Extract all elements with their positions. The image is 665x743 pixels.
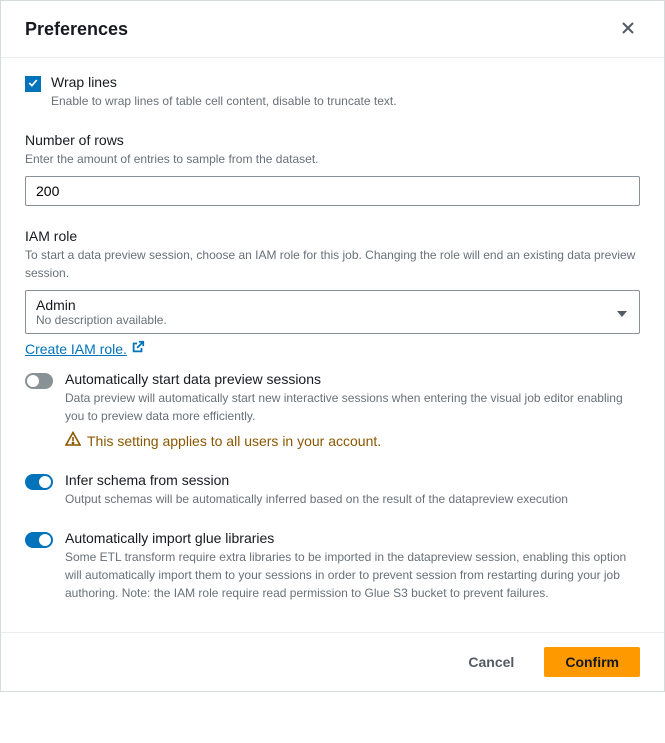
- auto-start-content: Automatically start data preview session…: [65, 371, 640, 450]
- external-link-icon: [131, 340, 145, 357]
- iam-role-selected-value: Admin: [36, 297, 609, 313]
- create-iam-role-link-text: Create IAM role.: [25, 341, 127, 357]
- modal-footer: Cancel Confirm: [1, 632, 664, 691]
- wrap-lines-row: Wrap lines Enable to wrap lines of table…: [25, 74, 640, 110]
- warning-icon: [65, 431, 81, 450]
- number-of-rows-label: Number of rows: [25, 132, 640, 148]
- iam-role-select[interactable]: Admin No description available.: [25, 290, 640, 334]
- modal-title: Preferences: [25, 19, 128, 40]
- auto-start-warning-text: This setting applies to all users in you…: [87, 433, 381, 449]
- caret-down-icon: [617, 304, 627, 320]
- wrap-lines-checkbox[interactable]: [25, 76, 41, 92]
- iam-role-selected-description: No description available.: [36, 313, 609, 327]
- infer-schema-toggle[interactable]: [25, 474, 53, 490]
- auto-start-toggle[interactable]: [25, 373, 53, 389]
- modal-header: Preferences: [1, 1, 664, 58]
- auto-start-row: Automatically start data preview session…: [25, 371, 640, 450]
- iam-role-label: IAM role: [25, 228, 640, 244]
- wrap-lines-text: Wrap lines Enable to wrap lines of table…: [51, 74, 397, 110]
- infer-schema-label: Infer schema from session: [65, 472, 640, 488]
- iam-role-description: To start a data preview session, choose …: [25, 246, 640, 282]
- wrap-lines-label: Wrap lines: [51, 74, 397, 90]
- iam-role-section: IAM role To start a data preview session…: [25, 228, 640, 357]
- auto-import-description: Some ETL transform require extra librari…: [65, 548, 640, 602]
- infer-schema-description: Output schemas will be automatically inf…: [65, 490, 640, 508]
- auto-import-row: Automatically import glue libraries Some…: [25, 530, 640, 602]
- auto-import-toggle[interactable]: [25, 532, 53, 548]
- close-icon: [620, 20, 636, 39]
- auto-start-description: Data preview will automatically start ne…: [65, 389, 640, 425]
- check-icon: [27, 76, 39, 92]
- number-of-rows-section: Number of rows Enter the amount of entri…: [25, 132, 640, 206]
- auto-start-warning: This setting applies to all users in you…: [65, 431, 640, 450]
- cancel-button[interactable]: Cancel: [448, 647, 534, 677]
- modal-body: Wrap lines Enable to wrap lines of table…: [1, 58, 664, 632]
- confirm-button[interactable]: Confirm: [544, 647, 640, 677]
- infer-schema-content: Infer schema from session Output schemas…: [65, 472, 640, 508]
- auto-import-content: Automatically import glue libraries Some…: [65, 530, 640, 602]
- preferences-modal: Preferences Wrap lines Enable to wrap li…: [0, 0, 665, 692]
- number-of-rows-description: Enter the amount of entries to sample fr…: [25, 150, 640, 168]
- number-of-rows-input[interactable]: [25, 176, 640, 206]
- close-button[interactable]: [616, 17, 640, 41]
- auto-start-label: Automatically start data preview session…: [65, 371, 640, 387]
- wrap-lines-description: Enable to wrap lines of table cell conte…: [51, 92, 397, 110]
- create-iam-role-link[interactable]: Create IAM role.: [25, 340, 145, 357]
- infer-schema-row: Infer schema from session Output schemas…: [25, 472, 640, 508]
- auto-import-label: Automatically import glue libraries: [65, 530, 640, 546]
